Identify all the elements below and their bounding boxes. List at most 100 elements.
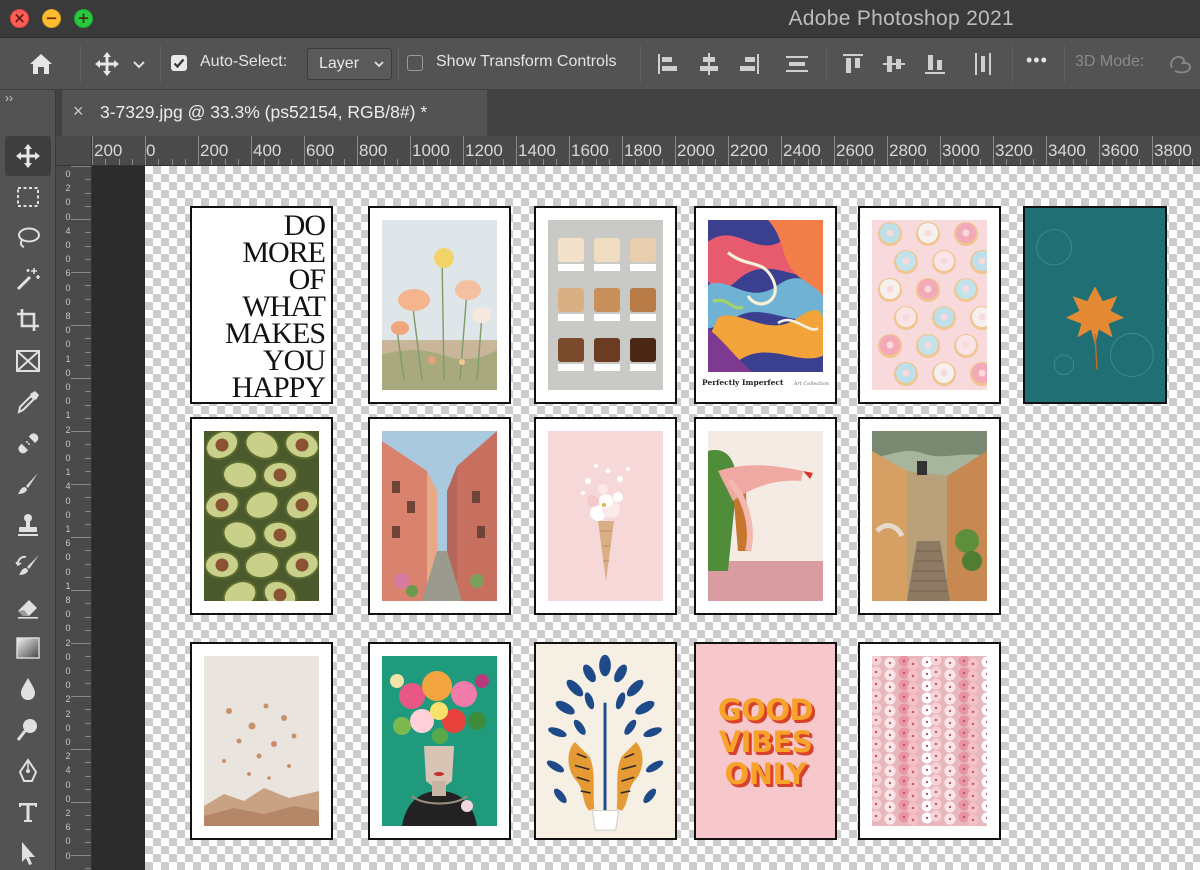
ruler-tick <box>476 159 478 165</box>
ruler-tick <box>913 159 915 165</box>
poster-flower-cone[interactable] <box>534 417 677 615</box>
poster-toast[interactable] <box>534 206 677 404</box>
close-document-icon[interactable]: × <box>73 101 84 122</box>
ruler-tick-label: 0 <box>65 680 71 691</box>
poster-avocados[interactable] <box>190 417 333 615</box>
collapse-panel-button[interactable]: ›› <box>5 91 13 105</box>
ruler-tick-label: 2000 <box>677 141 715 160</box>
poster-floral-portrait[interactable] <box>368 642 511 840</box>
blur-tool[interactable] <box>5 669 51 709</box>
align-left-icon[interactable] <box>654 50 682 78</box>
ruler-tick <box>85 179 91 181</box>
poster-tigers[interactable] <box>534 642 677 840</box>
type-icon <box>19 803 37 822</box>
crop-icon <box>17 309 39 331</box>
move-tool-icon[interactable] <box>93 50 121 78</box>
ruler-tick <box>71 537 91 538</box>
ruler-tick <box>85 232 91 234</box>
brush-tool[interactable] <box>5 464 51 504</box>
pen-tool[interactable] <box>5 751 51 791</box>
ruler-tick-label: 0 <box>65 666 71 676</box>
poster-pink-blossoms[interactable] <box>858 642 1001 840</box>
auto-select-checkbox[interactable] <box>171 55 187 71</box>
ruler-tick <box>1152 136 1153 165</box>
poster-poppies[interactable] <box>368 206 511 404</box>
align-vertical-center-icon[interactable] <box>880 50 908 78</box>
typography-quote: DO MORE OF WHAT MAKES YOU HAPPY <box>200 211 326 403</box>
poster-hot-air-balloons[interactable] <box>190 642 333 840</box>
home-icon[interactable] <box>27 50 55 78</box>
pink-blossoms-image <box>872 656 987 826</box>
distribute-horizontal-icon[interactable] <box>969 50 997 78</box>
path-selection-tool[interactable] <box>5 833 51 870</box>
blur-drop-icon <box>21 678 35 700</box>
title-bar: × − + Adobe Photoshop 2021 <box>0 0 1200 38</box>
ruler-origin[interactable] <box>56 136 92 166</box>
auto-select-dropdown[interactable]: Layer <box>307 48 392 80</box>
zoom-icon: + <box>77 9 90 27</box>
ruler-tick-label: 2 <box>65 751 71 762</box>
vertical-ruler[interactable]: 0200400600800100012001400160018002000220… <box>56 166 92 870</box>
ruler-tick <box>85 523 91 525</box>
ruler-tick <box>370 159 372 165</box>
ruler-tick <box>71 590 91 591</box>
ruler-tick <box>516 136 517 165</box>
poster-lake-village[interactable] <box>858 417 1001 615</box>
chevron-down-icon[interactable] <box>128 50 150 78</box>
3d-orbit-icon[interactable] <box>1166 50 1194 78</box>
move-tool[interactable] <box>5 136 51 176</box>
ruler-tick <box>648 159 650 165</box>
ruler-tick <box>85 245 91 247</box>
document-title: 3-7329.jpg @ 33.3% (ps52154, RGB/8#) * <box>100 102 428 122</box>
align-bottom-icon[interactable] <box>921 50 949 78</box>
horizontal-ruler[interactable]: 200 0 200 400 600 800 1000 1200 1400 1600 1800 2000… <box>56 136 1200 166</box>
ruler-tick <box>158 159 160 165</box>
dodge-tool[interactable] <box>5 710 51 750</box>
zoom-window-button[interactable]: + <box>74 9 93 28</box>
type-tool[interactable] <box>5 792 51 832</box>
gradient-tool[interactable] <box>5 628 51 668</box>
ruler-tick <box>569 136 570 165</box>
history-brush-tool[interactable] <box>5 546 51 586</box>
frame-tool[interactable] <box>5 341 51 381</box>
poster-chair-legs[interactable] <box>694 417 837 615</box>
poster-perfectly-imperfect[interactable]: Perfectly Imperfect Art Collection <box>694 206 837 404</box>
show-transform-checkbox[interactable] <box>407 55 423 71</box>
ruler-tick <box>105 159 107 165</box>
ruler-tick-label: 0 <box>65 438 71 449</box>
poster-typography[interactable]: DO MORE OF WHAT MAKES YOU HAPPY <box>190 206 333 404</box>
more-options-button[interactable]: ••• <box>1026 50 1048 71</box>
distribute-vertical-icon[interactable] <box>783 50 811 78</box>
ruler-tick <box>71 643 91 644</box>
healing-brush-tool[interactable] <box>5 423 51 463</box>
ruler-tick-label: 400 <box>253 141 282 160</box>
flower-cone-image <box>548 431 663 601</box>
ruler-tick <box>85 762 91 764</box>
close-window-button[interactable]: × <box>10 9 29 28</box>
magic-wand-tool[interactable] <box>5 259 51 299</box>
align-horizontal-center-icon[interactable] <box>695 50 723 78</box>
crop-tool[interactable] <box>5 300 51 340</box>
marquee-tool[interactable] <box>5 177 51 217</box>
eyedropper-tool[interactable] <box>5 382 51 422</box>
ruler-tick <box>71 696 91 697</box>
document-tab[interactable]: × 3-7329.jpg @ 33.3% (ps52154, RGB/8#) * <box>62 90 487 136</box>
minimize-window-button[interactable]: − <box>42 9 61 28</box>
eraser-tool[interactable] <box>5 587 51 627</box>
ruler-tick-label: 1000 <box>412 141 450 160</box>
align-right-icon[interactable] <box>735 50 763 78</box>
poster-good-vibes[interactable]: GOOD VIBES ONLY <box>694 642 837 840</box>
align-top-icon[interactable] <box>839 50 867 78</box>
poster-italian-street[interactable] <box>368 417 511 615</box>
ruler-tick <box>85 775 91 777</box>
ruler-tick-label: 0 <box>65 836 71 847</box>
ruler-tick <box>85 722 91 724</box>
poster-donuts[interactable] <box>858 206 1001 404</box>
ruler-tick <box>71 272 91 273</box>
ruler-tick <box>85 404 91 406</box>
clone-stamp-tool[interactable] <box>5 505 51 545</box>
lasso-tool[interactable] <box>5 218 51 258</box>
poster-autumn-leaf[interactable] <box>1023 206 1167 404</box>
ruler-tick <box>926 159 928 165</box>
ruler-tick-label: 0 <box>65 240 71 250</box>
